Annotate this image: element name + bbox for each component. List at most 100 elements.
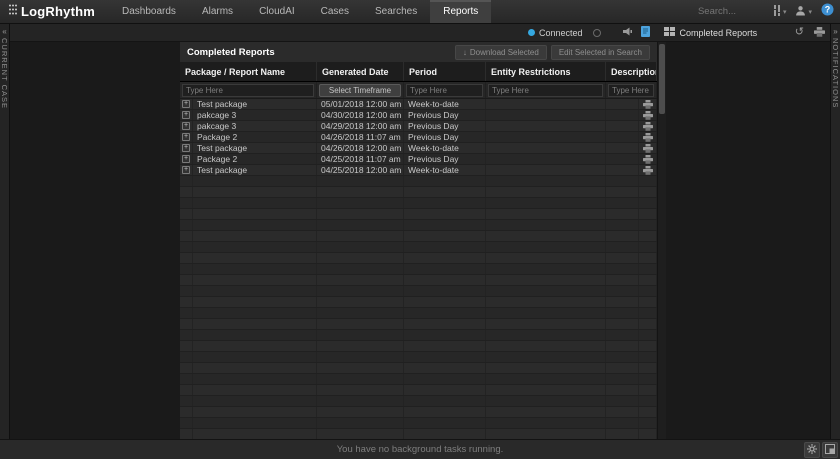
table-row[interactable]: +pakcage 304/29/2018 12:00 amPrevious Da…: [180, 121, 657, 132]
empty-cell: [317, 407, 404, 417]
notifications-rail[interactable]: » NOTIFICATIONS: [830, 24, 840, 439]
content-area: Completed Reports ↓ Download Selected Ed…: [10, 42, 830, 439]
nav-item-reports[interactable]: Reports: [430, 0, 491, 23]
table-row[interactable]: +Test package05/01/2018 12:00 amWeek-to-…: [180, 99, 657, 110]
filter-description-input[interactable]: [608, 84, 654, 97]
empty-cell: [317, 330, 404, 340]
print-report-button[interactable]: [639, 132, 657, 142]
empty-cell: [404, 341, 486, 351]
vertical-scrollbar[interactable]: [657, 42, 666, 439]
print-report-button[interactable]: [639, 99, 657, 109]
print-report-button[interactable]: [639, 154, 657, 164]
settings-button[interactable]: [804, 442, 820, 458]
empty-cell: [404, 297, 486, 307]
print-report-button[interactable]: [639, 121, 657, 131]
scrollbar-thumb[interactable]: [659, 44, 665, 114]
column-header-package-name[interactable]: Package / Report Name: [180, 62, 317, 81]
expand-row-button[interactable]: +: [180, 110, 193, 120]
search-input[interactable]: [698, 6, 764, 17]
help-button[interactable]: ?: [821, 3, 834, 21]
refresh-icon[interactable]: ↺: [795, 27, 804, 38]
nav-item-cloudai[interactable]: CloudAI: [246, 0, 308, 23]
logrhythm-logo[interactable]: LogRhythm: [0, 0, 109, 23]
plus-icon: +: [182, 122, 190, 130]
cell-generated-date: 04/26/2018 11:07 am: [317, 132, 404, 142]
table-row[interactable]: +Test package04/25/2018 12:00 amWeek-to-…: [180, 165, 657, 176]
empty-cell: [606, 385, 639, 395]
filter-entity-input[interactable]: [488, 84, 603, 97]
megaphone-icon[interactable]: [623, 27, 633, 38]
table-row-empty: [180, 231, 657, 242]
empty-cell: [404, 275, 486, 285]
filter-period-input[interactable]: [406, 84, 483, 97]
empty-cell: [486, 176, 606, 186]
expand-row-button[interactable]: +: [180, 121, 193, 131]
expand-row-button[interactable]: +: [180, 154, 193, 164]
empty-cell: [404, 286, 486, 296]
cell-description: [606, 165, 639, 175]
current-case-rail-label: CURRENT CASE: [0, 38, 9, 109]
empty-cell: [404, 187, 486, 197]
report-doc-icon[interactable]: [641, 26, 650, 39]
cell-entity-restrictions: [486, 143, 606, 153]
empty-cell: [317, 253, 404, 263]
plus-icon: +: [182, 100, 190, 108]
column-header-entity-restrictions[interactable]: Entity Restrictions: [486, 62, 606, 81]
expand-row-button[interactable]: +: [180, 132, 193, 142]
print-report-button[interactable]: [639, 143, 657, 153]
column-header-period[interactable]: Period: [404, 62, 486, 81]
dock-panel-button[interactable]: [822, 442, 838, 458]
nav-item-searches[interactable]: Searches: [362, 0, 430, 23]
table-row[interactable]: +Test package04/26/2018 12:00 amWeek-to-…: [180, 143, 657, 154]
table-row-empty: [180, 308, 657, 319]
empty-cell: [180, 198, 193, 208]
empty-cell: [606, 352, 639, 362]
empty-cell: [180, 319, 193, 329]
empty-cell: [180, 363, 193, 373]
empty-cell: [486, 242, 606, 252]
filter-name-input[interactable]: [182, 84, 314, 97]
empty-cell: [180, 407, 193, 417]
table-row-empty: [180, 330, 657, 341]
empty-cell: [180, 330, 193, 340]
print-report-button[interactable]: [639, 165, 657, 175]
empty-cell: [606, 264, 639, 274]
select-timeframe-button[interactable]: Select Timeframe: [319, 84, 401, 97]
view-selector[interactable]: Completed Reports: [664, 27, 758, 38]
table-row-empty: [180, 319, 657, 330]
edit-selected-in-search-button[interactable]: Edit Selected in Search: [551, 45, 650, 60]
nav-item-alarms[interactable]: Alarms: [189, 0, 246, 23]
empty-cell: [193, 275, 317, 285]
nav-item-dashboards[interactable]: Dashboards: [109, 0, 189, 23]
empty-cell: [317, 396, 404, 406]
table-row[interactable]: +pakcage 304/30/2018 12:00 amPrevious Da…: [180, 110, 657, 121]
empty-cell: [317, 242, 404, 252]
empty-cell: [486, 407, 606, 417]
cell-description: [606, 154, 639, 164]
empty-cell: [606, 286, 639, 296]
expand-row-button[interactable]: +: [180, 165, 193, 175]
empty-cell: [639, 396, 657, 406]
empty-cell: [486, 319, 606, 329]
print-report-button[interactable]: [639, 110, 657, 120]
empty-cell: [193, 209, 317, 219]
print-icon[interactable]: [814, 27, 825, 39]
empty-cell: [486, 264, 606, 274]
current-case-rail[interactable]: « CURRENT CASE: [0, 24, 10, 439]
user-menu-button[interactable]: ▾: [795, 3, 812, 21]
nav-item-cases[interactable]: Cases: [308, 0, 362, 23]
column-header-description[interactable]: Description: [606, 62, 657, 81]
empty-cell: [486, 352, 606, 362]
expand-row-button[interactable]: +: [180, 99, 193, 109]
collapse-left-icon[interactable]: «: [2, 24, 6, 38]
logrhythm-logo-icon: [8, 3, 18, 21]
expand-row-button[interactable]: +: [180, 143, 193, 153]
column-header-generated-date[interactable]: Generated Date: [317, 62, 404, 81]
download-selected-button[interactable]: ↓ Download Selected: [455, 45, 547, 60]
table-row[interactable]: +Package 204/25/2018 11:07 amPrevious Da…: [180, 154, 657, 165]
table-row[interactable]: +Package 204/26/2018 11:07 amPrevious Da…: [180, 132, 657, 143]
empty-cell: [486, 275, 606, 285]
empty-cell: [404, 330, 486, 340]
search-options-button[interactable]: ▾: [773, 3, 787, 21]
collapse-right-icon[interactable]: »: [833, 24, 837, 38]
